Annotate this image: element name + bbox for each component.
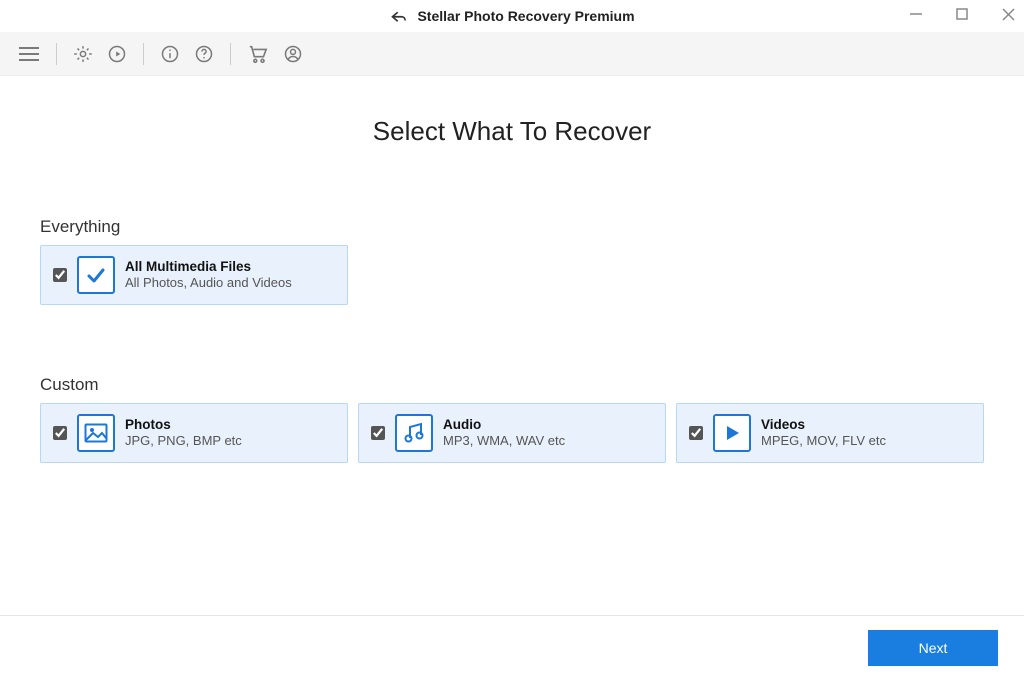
- gear-icon[interactable]: [73, 44, 93, 64]
- card-photos[interactable]: Photos JPG, PNG, BMP etc: [40, 403, 348, 463]
- toolbar: [0, 32, 1024, 76]
- checkbox-videos[interactable]: [689, 426, 703, 440]
- minimize-button[interactable]: [906, 4, 926, 24]
- cart-icon[interactable]: [247, 44, 269, 64]
- toolbar-divider: [230, 43, 231, 65]
- window-title: Stellar Photo Recovery Premium: [389, 8, 634, 24]
- close-button[interactable]: [998, 4, 1018, 24]
- titlebar: Stellar Photo Recovery Premium: [0, 0, 1024, 32]
- user-icon[interactable]: [283, 44, 303, 64]
- info-icon[interactable]: [160, 44, 180, 64]
- main-content: Select What To Recover Everything All Mu…: [0, 76, 1024, 473]
- card-title: Audio: [443, 417, 565, 433]
- undo-arrow-icon: [389, 9, 407, 23]
- toolbar-divider: [56, 43, 57, 65]
- card-audio[interactable]: Audio MP3, WMA, WAV etc: [358, 403, 666, 463]
- footer: Next: [0, 615, 1024, 679]
- card-title: All Multimedia Files: [125, 259, 292, 275]
- custom-row: Photos JPG, PNG, BMP etc Audio MP3, WMA,…: [40, 403, 984, 463]
- section-everything-label: Everything: [40, 217, 984, 237]
- card-subtitle: All Photos, Audio and Videos: [125, 275, 292, 291]
- card-videos[interactable]: Videos MPEG, MOV, FLV etc: [676, 403, 984, 463]
- card-subtitle: JPG, PNG, BMP etc: [125, 433, 242, 449]
- videos-icon: [713, 414, 751, 452]
- section-custom-label: Custom: [40, 375, 984, 395]
- checkbox-all-multimedia[interactable]: [53, 268, 67, 282]
- checkbox-audio[interactable]: [371, 426, 385, 440]
- audio-icon: [395, 414, 433, 452]
- checkbox-photos[interactable]: [53, 426, 67, 440]
- maximize-button[interactable]: [952, 4, 972, 24]
- card-subtitle: MPEG, MOV, FLV etc: [761, 433, 886, 449]
- toolbar-divider: [143, 43, 144, 65]
- card-title: Photos: [125, 417, 242, 433]
- hamburger-icon[interactable]: [18, 46, 40, 62]
- card-all-multimedia[interactable]: All Multimedia Files All Photos, Audio a…: [40, 245, 348, 305]
- check-icon: [77, 256, 115, 294]
- window-controls: [906, 4, 1018, 24]
- page-title: Select What To Recover: [40, 116, 984, 147]
- photos-icon: [77, 414, 115, 452]
- refresh-icon[interactable]: [107, 44, 127, 64]
- next-button[interactable]: Next: [868, 630, 998, 666]
- card-title: Videos: [761, 417, 886, 433]
- help-icon[interactable]: [194, 44, 214, 64]
- card-subtitle: MP3, WMA, WAV etc: [443, 433, 565, 449]
